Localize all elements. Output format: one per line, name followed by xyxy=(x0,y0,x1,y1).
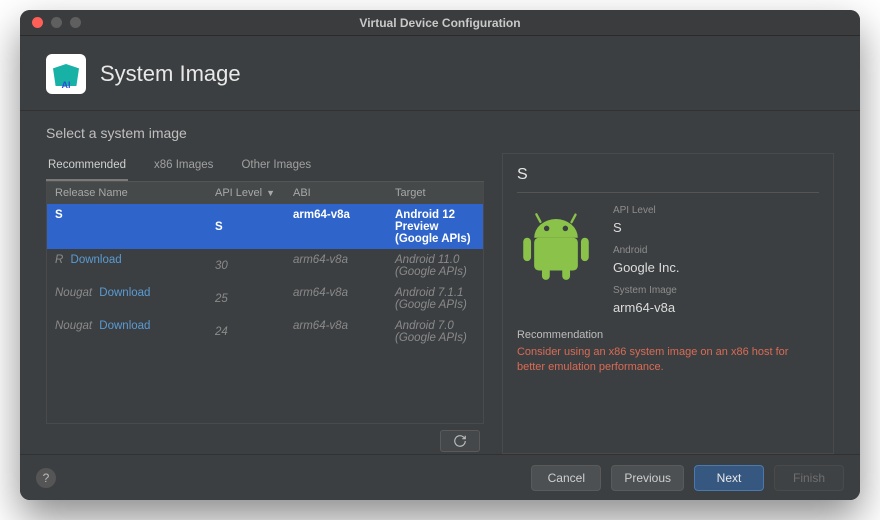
col-release-name[interactable]: Release Name xyxy=(47,182,207,204)
help-icon: ? xyxy=(43,471,50,485)
tab-x86-images[interactable]: x86 Images xyxy=(152,153,215,181)
recommendation-label: Recommendation xyxy=(517,329,819,341)
table-row[interactable]: Nougat Download 25 arm64-v8a Android 7.1… xyxy=(47,282,483,315)
col-target[interactable]: Target xyxy=(387,182,483,204)
table-row[interactable]: S S arm64-v8a Android 12 Preview (Google… xyxy=(47,204,483,249)
col-abi[interactable]: ABI xyxy=(285,182,387,204)
window-title: Virtual Device Configuration xyxy=(20,16,860,30)
tabs: Recommended x86 Images Other Images xyxy=(46,153,484,182)
details-panel: S xyxy=(502,153,834,454)
titlebar: Virtual Device Configuration xyxy=(20,10,860,36)
sysimg-label: System Image xyxy=(613,285,680,296)
details-body: API Level S Android Google Inc. System I… xyxy=(517,205,819,315)
footer: ? Cancel Previous Next Finish xyxy=(20,454,860,500)
recommendation-text: Consider using an x86 system image on an… xyxy=(517,345,819,375)
download-link[interactable]: Download xyxy=(99,287,150,299)
sort-desc-icon: ▼ xyxy=(266,188,275,198)
help-button[interactable]: ? xyxy=(36,468,56,488)
tab-other-images[interactable]: Other Images xyxy=(239,153,313,181)
api-level-label: API Level xyxy=(613,205,680,216)
previous-button[interactable]: Previous xyxy=(611,465,684,491)
download-link[interactable]: Download xyxy=(71,254,122,266)
subtitle: Select a system image xyxy=(46,125,834,141)
content: Select a system image Recommended x86 Im… xyxy=(20,111,860,454)
tab-recommended[interactable]: Recommended xyxy=(46,153,128,181)
table-body: S S arm64-v8a Android 12 Preview (Google… xyxy=(47,204,483,423)
header: AI System Image xyxy=(20,36,860,111)
dialog-window: Virtual Device Configuration AI System I… xyxy=(20,10,860,500)
android-label: Android xyxy=(613,245,680,256)
refresh-bar xyxy=(46,424,484,454)
app-icon: AI xyxy=(46,54,86,94)
next-button[interactable]: Next xyxy=(694,465,764,491)
download-link[interactable]: Download xyxy=(99,320,150,332)
finish-button: Finish xyxy=(774,465,844,491)
api-level-value: S xyxy=(613,220,680,235)
refresh-button[interactable] xyxy=(440,430,480,452)
col-api-level[interactable]: API Level ▼ xyxy=(207,182,285,204)
table-header: Release Name API Level ▼ ABI Target xyxy=(47,182,483,204)
refresh-icon xyxy=(453,434,467,448)
android-logo-icon xyxy=(517,205,597,315)
panels: Recommended x86 Images Other Images Rele… xyxy=(46,153,834,454)
left-panel: Recommended x86 Images Other Images Rele… xyxy=(46,153,484,454)
table-row[interactable]: Nougat Download 24 arm64-v8a Android 7.0… xyxy=(47,315,483,348)
android-value: Google Inc. xyxy=(613,260,680,275)
cancel-button[interactable]: Cancel xyxy=(531,465,601,491)
details-kv: API Level S Android Google Inc. System I… xyxy=(613,205,680,315)
system-image-table: Release Name API Level ▼ ABI Target S S … xyxy=(46,182,484,424)
sysimg-value: arm64-v8a xyxy=(613,300,680,315)
details-title: S xyxy=(517,166,819,193)
page-title: System Image xyxy=(100,61,241,87)
table-row[interactable]: R Download 30 arm64-v8a Android 11.0 (Go… xyxy=(47,249,483,282)
app-icon-text: AI xyxy=(62,80,71,90)
